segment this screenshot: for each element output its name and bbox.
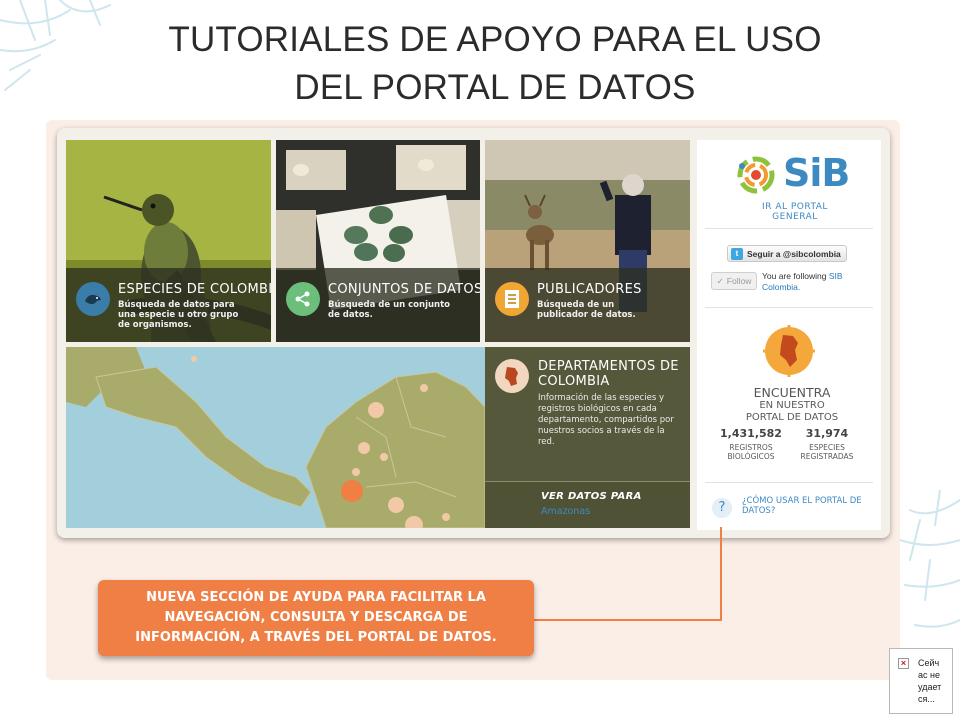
follow-status: You are following SIB Colombia. bbox=[762, 271, 854, 293]
follow-status-text: You are following bbox=[762, 271, 827, 281]
broken-image-placeholder: × Сейч ас не удает ся... bbox=[889, 648, 953, 714]
tile-publicadores-bar: PUBLICADORES Búsqueda de un publicador d… bbox=[485, 268, 690, 342]
especies-label-1: ESPECIES bbox=[809, 443, 845, 452]
tile-especies-desc: Búsqueda de datos para una especie u otr… bbox=[118, 300, 239, 330]
help-link-line1: ¿CÓMO USAR EL PORTAL DE bbox=[742, 496, 862, 506]
map-tile[interactable] bbox=[66, 347, 485, 528]
departamentos-heading-line2: COLOMBIA bbox=[538, 374, 610, 389]
encuentra-heading: ENCUENTRA bbox=[753, 385, 831, 400]
tile-conjuntos-heading: CONJUNTOS DE DATOS bbox=[328, 282, 480, 297]
sidebar-divider-1 bbox=[705, 228, 873, 229]
departamentos-divider bbox=[485, 481, 690, 482]
sidebar-divider-3 bbox=[705, 482, 873, 483]
portal-general-link[interactable]: IR AL PORTAL GENERAL bbox=[740, 202, 850, 222]
sidebar-divider-2 bbox=[705, 307, 873, 308]
colombia-map-icon bbox=[495, 359, 529, 393]
registros-label-1: REGISTROS bbox=[729, 443, 773, 452]
en-nuestro-label: EN NUESTRO bbox=[759, 400, 825, 411]
twitter-bird-icon: t bbox=[731, 247, 743, 260]
callout-line2: NAVEGACIÓN, CONSULTA Y DESCARGA DE bbox=[164, 610, 468, 625]
slide-title-line1: TUTORIALES DE APOYO PARA EL USO bbox=[168, 20, 822, 59]
registros-count: 1,431,582 bbox=[720, 427, 782, 440]
bird-icon bbox=[76, 282, 110, 316]
tile-conjuntos[interactable]: CONJUNTOS DE DATOS Búsqueda de un conjun… bbox=[276, 140, 480, 342]
broken-image-line1: Сейч bbox=[918, 658, 940, 668]
departamentos-desc: Información de las especies y registros … bbox=[538, 393, 674, 447]
twitter-follow-button[interactable]: t Seguir a @sibcolombia bbox=[727, 245, 847, 262]
especies-label-2: REGISTRADAS bbox=[800, 452, 854, 461]
tile-publicadores-desc: Búsqueda de un publicador de datos. bbox=[537, 300, 636, 320]
broken-image-text: Сейч ас не удает ся... bbox=[918, 657, 952, 705]
tile-publicadores-heading: PUBLICADORES bbox=[537, 282, 642, 297]
twitter-follow-label: Seguir a @sibcolombia bbox=[747, 248, 841, 259]
slide-title: TUTORIALES DE APOYO PARA EL USO DEL PORT… bbox=[100, 16, 890, 112]
slide-title-line2: DEL PORTAL DE DATOS bbox=[294, 68, 696, 107]
follow-button-label: Follow bbox=[726, 276, 752, 286]
sib-logo-text: SiB bbox=[783, 151, 850, 195]
ver-datos-label: VER DATOS PARA bbox=[541, 491, 642, 502]
follow-check-icon: ✓ bbox=[716, 275, 724, 286]
tile-especies[interactable]: ESPECIES DE COLOMBIA Búsqueda de datos p… bbox=[66, 140, 271, 342]
broken-image-icon: × bbox=[898, 658, 909, 669]
tile-especies-heading: ESPECIES DE COLOMBIA bbox=[118, 282, 271, 297]
broken-image-line2: ас не bbox=[918, 670, 940, 680]
share-nodes-icon bbox=[286, 282, 320, 316]
portal-de-datos-label: PORTAL DE DATOS bbox=[745, 412, 839, 423]
departamentos-heading: DEPARTAMENTOS DE COLOMBIA bbox=[538, 359, 679, 389]
departamentos-panel: DEPARTAMENTOS DE COLOMBIA Información de… bbox=[485, 347, 690, 528]
registros-label-2: BIOLÓGICOS bbox=[727, 452, 775, 461]
help-question-icon: ? bbox=[712, 498, 732, 518]
broken-image-line3: удает bbox=[918, 682, 942, 692]
colombia-badge-icon bbox=[763, 325, 815, 377]
tile-publicadores[interactable]: PUBLICADORES Búsqueda de un publicador d… bbox=[485, 140, 690, 342]
help-link-line2: DATOS? bbox=[742, 506, 776, 516]
tile-especies-bar: ESPECIES DE COLOMBIA Búsqueda de datos p… bbox=[66, 268, 271, 342]
especies-count: 31,974 bbox=[805, 427, 849, 440]
departamentos-heading-line1: DEPARTAMENTOS DE bbox=[538, 359, 679, 374]
callout-line1: NUEVA SECCIÓN DE AYUDA PARA FACILITAR LA bbox=[146, 590, 486, 605]
tile-conjuntos-desc: Búsqueda de un conjunto de datos. bbox=[328, 300, 450, 320]
colombia-map bbox=[66, 347, 485, 528]
document-icon bbox=[495, 282, 529, 316]
sib-logo-mark-icon bbox=[737, 156, 775, 194]
follow-button[interactable]: ✓ Follow bbox=[711, 272, 757, 290]
broken-image-line4: ся... bbox=[918, 694, 935, 704]
department-selector[interactable]: Amazonas bbox=[541, 506, 590, 517]
tile-conjuntos-bar: CONJUNTOS DE DATOS Búsqueda de un conjun… bbox=[276, 268, 480, 342]
callout-line3: INFORMACIÓN, A TRAVÉS DEL PORTAL DE DATO… bbox=[135, 630, 497, 645]
help-section-callout: NUEVA SECCIÓN DE AYUDA PARA FACILITAR LA… bbox=[98, 580, 534, 656]
help-link[interactable]: ? ¿CÓMO USAR EL PORTAL DE DATOS? bbox=[712, 496, 877, 526]
